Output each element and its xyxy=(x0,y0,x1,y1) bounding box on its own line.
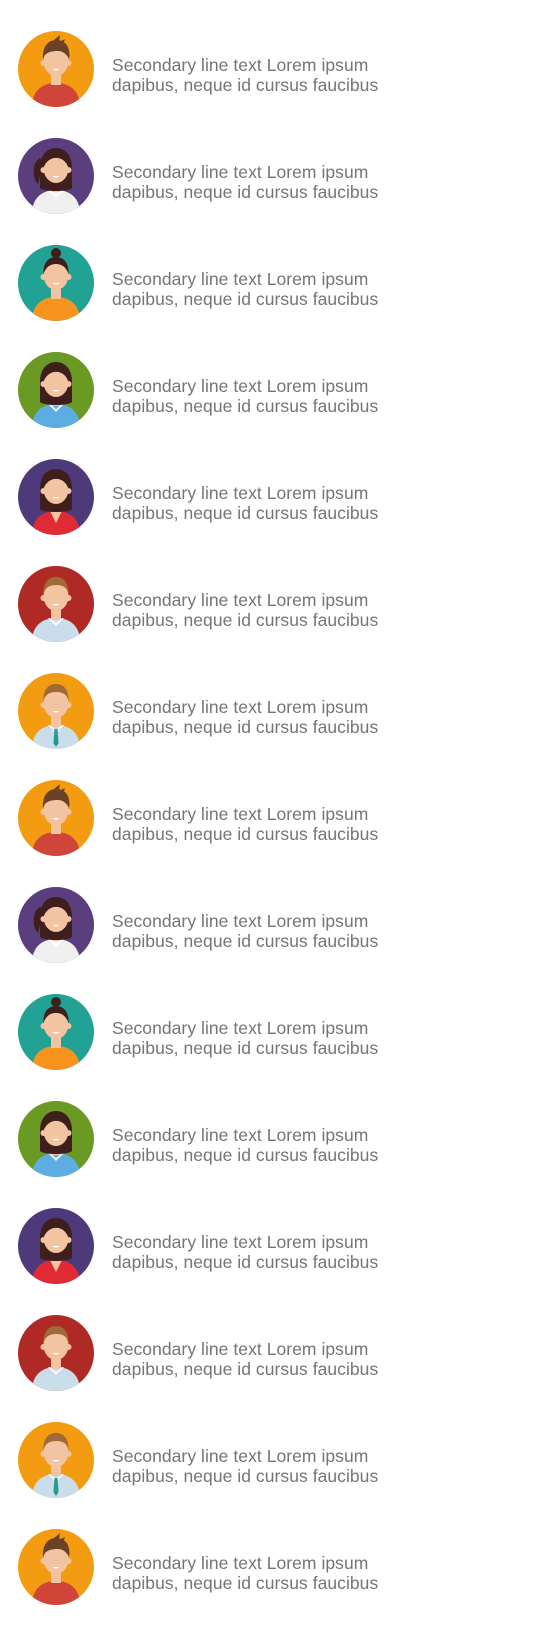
secondary-text-line-2: dapibus, neque id cursus faucibus xyxy=(112,503,379,523)
woman-long-hair-avatar-icon xyxy=(18,1208,94,1284)
secondary-text: Secondary line text Lorem ipsum dapibus, … xyxy=(112,162,412,202)
list-item[interactable]: Secondary line text Lorem ipsum dapibus, … xyxy=(0,245,554,352)
secondary-text: Secondary line text Lorem ipsum dapibus, … xyxy=(112,1339,412,1379)
secondary-text-line-1: Secondary line text Lorem ipsum xyxy=(112,269,369,289)
secondary-text-line-2: dapibus, neque id cursus faucibus xyxy=(112,717,379,737)
secondary-text-line-1: Secondary line text Lorem ipsum xyxy=(112,1339,369,1359)
woman-ponytail-avatar-icon xyxy=(18,138,94,214)
secondary-text: Secondary line text Lorem ipsum dapibus, … xyxy=(112,1018,412,1058)
secondary-text-line-2: dapibus, neque id cursus faucibus xyxy=(112,182,379,202)
secondary-text-line-2: dapibus, neque id cursus faucibus xyxy=(112,1359,379,1379)
secondary-text: Secondary line text Lorem ipsum dapibus, … xyxy=(112,1446,412,1486)
secondary-text-line-2: dapibus, neque id cursus faucibus xyxy=(112,289,379,309)
secondary-text: Secondary line text Lorem ipsum dapibus, … xyxy=(112,1125,412,1165)
secondary-text: Secondary line text Lorem ipsum dapibus, … xyxy=(112,1232,412,1272)
secondary-text-line-2: dapibus, neque id cursus faucibus xyxy=(112,610,379,630)
list-item[interactable]: Secondary line text Lorem ipsum dapibus, … xyxy=(0,1529,554,1636)
secondary-text-line-1: Secondary line text Lorem ipsum xyxy=(112,1018,369,1038)
secondary-text-line-1: Secondary line text Lorem ipsum xyxy=(112,1125,369,1145)
list-item[interactable]: Secondary line text Lorem ipsum dapibus, … xyxy=(0,1315,554,1422)
list-item[interactable]: Secondary line text Lorem ipsum dapibus, … xyxy=(0,352,554,459)
man-spiky-hair-avatar-icon xyxy=(18,780,94,856)
list-item[interactable]: Secondary line text Lorem ipsum dapibus, … xyxy=(0,1208,554,1315)
secondary-text: Secondary line text Lorem ipsum dapibus, … xyxy=(112,804,412,844)
secondary-text: Secondary line text Lorem ipsum dapibus, … xyxy=(112,697,412,737)
woman-bun-avatar-icon xyxy=(18,245,94,321)
list-item[interactable]: Secondary line text Lorem ipsum dapibus, … xyxy=(0,138,554,245)
woman-ponytail-avatar-icon xyxy=(18,887,94,963)
list-item[interactable]: Secondary line text Lorem ipsum dapibus, … xyxy=(0,780,554,887)
woman-collar-avatar-icon xyxy=(18,1101,94,1177)
man-shirt-avatar-icon xyxy=(18,566,94,642)
secondary-text-line-1: Secondary line text Lorem ipsum xyxy=(112,376,369,396)
list-item[interactable]: Secondary line text Lorem ipsum dapibus, … xyxy=(0,459,554,566)
secondary-text-line-2: dapibus, neque id cursus faucibus xyxy=(112,1145,379,1165)
secondary-text-line-2: dapibus, neque id cursus faucibus xyxy=(112,396,379,416)
man-tie-avatar-icon xyxy=(18,1422,94,1498)
list-item[interactable]: Secondary line text Lorem ipsum dapibus, … xyxy=(0,566,554,673)
secondary-text-line-2: dapibus, neque id cursus faucibus xyxy=(112,1466,379,1486)
man-shirt-avatar-icon xyxy=(18,1315,94,1391)
secondary-text: Secondary line text Lorem ipsum dapibus, … xyxy=(112,483,412,523)
man-tie-avatar-icon xyxy=(18,673,94,749)
secondary-text: Secondary line text Lorem ipsum dapibus, … xyxy=(112,1553,412,1593)
avatar-list: Secondary line text Lorem ipsum dapibus, … xyxy=(0,31,554,1636)
secondary-text-line-1: Secondary line text Lorem ipsum xyxy=(112,697,369,717)
secondary-text: Secondary line text Lorem ipsum dapibus, … xyxy=(112,55,412,95)
man-spiky-hair-avatar-icon xyxy=(18,1529,94,1605)
man-spiky-hair-avatar-icon xyxy=(18,31,94,107)
woman-bun-avatar-icon xyxy=(18,994,94,1070)
secondary-text: Secondary line text Lorem ipsum dapibus, … xyxy=(112,376,412,416)
list-item[interactable]: Secondary line text Lorem ipsum dapibus, … xyxy=(0,887,554,994)
secondary-text-line-1: Secondary line text Lorem ipsum xyxy=(112,162,369,182)
woman-collar-avatar-icon xyxy=(18,352,94,428)
secondary-text-line-1: Secondary line text Lorem ipsum xyxy=(112,55,369,75)
list-item[interactable]: Secondary line text Lorem ipsum dapibus, … xyxy=(0,1422,554,1529)
list-item[interactable]: Secondary line text Lorem ipsum dapibus, … xyxy=(0,673,554,780)
secondary-text-line-2: dapibus, neque id cursus faucibus xyxy=(112,824,379,844)
secondary-text-line-1: Secondary line text Lorem ipsum xyxy=(112,804,369,824)
secondary-text-line-2: dapibus, neque id cursus faucibus xyxy=(112,1038,379,1058)
list-item[interactable]: Secondary line text Lorem ipsum dapibus, … xyxy=(0,1101,554,1208)
list-item[interactable]: Secondary line text Lorem ipsum dapibus, … xyxy=(0,31,554,138)
woman-long-hair-avatar-icon xyxy=(18,459,94,535)
secondary-text-line-1: Secondary line text Lorem ipsum xyxy=(112,1232,369,1252)
secondary-text-line-1: Secondary line text Lorem ipsum xyxy=(112,1446,369,1466)
secondary-text: Secondary line text Lorem ipsum dapibus, … xyxy=(112,269,412,309)
secondary-text-line-2: dapibus, neque id cursus faucibus xyxy=(112,1573,379,1593)
list-item[interactable]: Secondary line text Lorem ipsum dapibus, … xyxy=(0,994,554,1101)
secondary-text-line-1: Secondary line text Lorem ipsum xyxy=(112,590,369,610)
secondary-text-line-2: dapibus, neque id cursus faucibus xyxy=(112,75,379,95)
secondary-text-line-2: dapibus, neque id cursus faucibus xyxy=(112,931,379,951)
secondary-text: Secondary line text Lorem ipsum dapibus, … xyxy=(112,911,412,951)
secondary-text-line-2: dapibus, neque id cursus faucibus xyxy=(112,1252,379,1272)
secondary-text-line-1: Secondary line text Lorem ipsum xyxy=(112,1553,369,1573)
secondary-text-line-1: Secondary line text Lorem ipsum xyxy=(112,911,369,931)
secondary-text-line-1: Secondary line text Lorem ipsum xyxy=(112,483,369,503)
secondary-text: Secondary line text Lorem ipsum dapibus, … xyxy=(112,590,412,630)
